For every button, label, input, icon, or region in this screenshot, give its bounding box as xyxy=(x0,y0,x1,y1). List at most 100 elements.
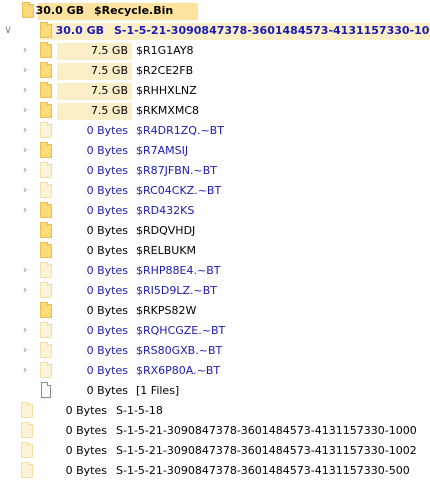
item-name: $RDQVHDJ xyxy=(136,224,196,237)
item-name: $RC04CKZ.~BT xyxy=(136,184,222,197)
folder-icon xyxy=(40,302,52,318)
folder-icon xyxy=(40,62,52,78)
tree-row[interactable]: › 0 Bytes $RI5D9LZ.~BT xyxy=(0,280,430,300)
item-name: $RD432KS xyxy=(136,204,195,217)
tree-row[interactable]: ∨ 30.0 GB S-1-5-21-3090847378-3601484573-4… xyxy=(0,20,430,40)
tree-row[interactable]: 0 Bytes S-1-5-18 xyxy=(0,400,430,420)
tree-row[interactable]: › 0 Bytes $RS80GXB.~BT xyxy=(0,340,430,360)
item-name: S-1-5-21-3090847378-3601484573-413115733… xyxy=(116,424,417,437)
folder-icon xyxy=(40,182,52,198)
item-size: 0 Bytes xyxy=(86,244,128,257)
chevron-right-icon[interactable]: › xyxy=(19,140,31,160)
item-size: 0 Bytes xyxy=(86,304,128,317)
item-name: $RI5D9LZ.~BT xyxy=(136,284,217,297)
item-size: 0 Bytes xyxy=(65,404,107,417)
item-size: 0 Bytes xyxy=(86,384,128,397)
item-name: $R2CE2FB xyxy=(136,64,194,77)
tree-row[interactable]: › 7.5 GB $R1G1AY8 xyxy=(0,40,430,60)
tree-row[interactable]: 0 Bytes $RDQVHDJ xyxy=(0,220,430,240)
chevron-right-icon[interactable]: › xyxy=(19,80,31,100)
tree-row[interactable]: › 0 Bytes $RHP88E4.~BT xyxy=(0,260,430,280)
chevron-right-icon[interactable]: › xyxy=(19,40,31,60)
folder-icon xyxy=(40,122,52,138)
folder-icon xyxy=(40,322,52,338)
item-size: 0 Bytes xyxy=(86,364,128,377)
item-size: 0 Bytes xyxy=(86,164,128,177)
folder-icon xyxy=(40,342,52,358)
tree-row[interactable]: › 0 Bytes $RX6P80A.~BT xyxy=(0,360,430,380)
chevron-down-icon[interactable]: ∨ xyxy=(2,20,14,40)
tree-row[interactable]: › 0 Bytes $R7AMSIJ xyxy=(0,140,430,160)
tree-row[interactable]: › 0 Bytes $R87JFBN.~BT xyxy=(0,160,430,180)
folder-icon xyxy=(40,262,52,278)
chevron-right-icon[interactable]: › xyxy=(19,100,31,120)
item-size: 7.5 GB xyxy=(90,84,128,97)
folder-icon xyxy=(21,442,33,458)
item-name: $R87JFBN.~BT xyxy=(136,164,217,177)
tree-row[interactable]: › 0 Bytes $RQHCGZE.~BT xyxy=(0,320,430,340)
tree-row[interactable]: 0 Bytes S-1-5-21-3090847378-3601484573-41… xyxy=(0,440,430,460)
chevron-right-icon[interactable]: › xyxy=(19,180,31,200)
chevron-right-icon[interactable]: › xyxy=(19,160,31,180)
tree-row[interactable]: 30.0 GB $Recycle.Bin xyxy=(0,0,430,20)
folder-icon xyxy=(21,462,33,478)
item-name: S-1-5-18 xyxy=(116,404,163,417)
item-name: S-1-5-21-3090847378-3601484573-413115733… xyxy=(116,464,410,477)
item-size: 0 Bytes xyxy=(86,324,128,337)
folder-icon xyxy=(40,82,52,98)
chevron-right-icon[interactable]: › xyxy=(19,340,31,360)
folder-icon xyxy=(40,142,52,158)
item-size: 0 Bytes xyxy=(86,204,128,217)
item-name: $R4DR1ZQ.~BT xyxy=(136,124,224,137)
chevron-right-icon[interactable]: › xyxy=(19,320,31,340)
tree-row[interactable]: › 0 Bytes $RC04CKZ.~BT xyxy=(0,180,430,200)
folder-icon xyxy=(40,42,52,58)
chevron-right-icon[interactable]: › xyxy=(19,260,31,280)
item-name: $RKPS82W xyxy=(136,304,197,317)
item-name: $RKMXMC8 xyxy=(136,104,200,117)
item-name: $R1G1AY8 xyxy=(136,44,194,57)
tree-row[interactable]: 0 Bytes $RELBUKM xyxy=(0,240,430,260)
item-size: 30.0 GB xyxy=(55,24,104,37)
item-size: 30.0 GB xyxy=(35,4,84,17)
tree-row[interactable]: 0 Bytes [1 Files] xyxy=(0,380,430,400)
folder-icon xyxy=(40,362,52,378)
folder-icon xyxy=(40,102,52,118)
item-size: 7.5 GB xyxy=(90,44,128,57)
item-name: $RX6P80A.~BT xyxy=(136,364,221,377)
tree-row[interactable]: 0 Bytes $RKPS82W xyxy=(0,300,430,320)
tree-row[interactable]: › 7.5 GB $RHHXLNZ xyxy=(0,80,430,100)
item-name: $RS80GXB.~BT xyxy=(136,344,223,357)
tree-row[interactable]: 0 Bytes S-1-5-21-3090847378-3601484573-41… xyxy=(0,460,430,480)
folder-icon xyxy=(40,242,52,258)
folder-icon xyxy=(40,202,52,218)
item-size: 0 Bytes xyxy=(65,444,107,457)
item-size: 0 Bytes xyxy=(86,144,128,157)
item-size: 0 Bytes xyxy=(65,464,107,477)
folder-icon xyxy=(21,422,33,438)
item-size: 0 Bytes xyxy=(86,124,128,137)
chevron-right-icon[interactable]: › xyxy=(19,60,31,80)
item-size: 0 Bytes xyxy=(86,264,128,277)
tree-row[interactable]: › 0 Bytes $RD432KS xyxy=(0,200,430,220)
folder-icon xyxy=(40,162,52,178)
item-size: 0 Bytes xyxy=(86,184,128,197)
chevron-right-icon[interactable]: › xyxy=(19,200,31,220)
item-name: $RHHXLNZ xyxy=(136,84,197,97)
file-icon xyxy=(41,382,51,398)
tree-row[interactable]: › 0 Bytes $R4DR1ZQ.~BT xyxy=(0,120,430,140)
item-size: 0 Bytes xyxy=(65,424,107,437)
tree-row[interactable]: › 7.5 GB $RKMXMC8 xyxy=(0,100,430,120)
tree-row[interactable]: › 7.5 GB $R2CE2FB xyxy=(0,60,430,80)
chevron-right-icon[interactable]: › xyxy=(19,120,31,140)
item-name: $Recycle.Bin xyxy=(94,4,174,17)
tree-row[interactable]: 0 Bytes S-1-5-21-3090847378-3601484573-41… xyxy=(0,420,430,440)
item-name: $R7AMSIJ xyxy=(136,144,189,157)
item-name: $RHP88E4.~BT xyxy=(136,264,221,277)
item-size: 0 Bytes xyxy=(86,224,128,237)
item-name: $RELBUKM xyxy=(136,244,197,257)
item-name: S-1-5-21-3090847378-3601484573-413115733… xyxy=(116,444,417,457)
chevron-right-icon[interactable]: › xyxy=(19,280,31,300)
chevron-right-icon[interactable]: › xyxy=(19,360,31,380)
item-size: 0 Bytes xyxy=(86,284,128,297)
